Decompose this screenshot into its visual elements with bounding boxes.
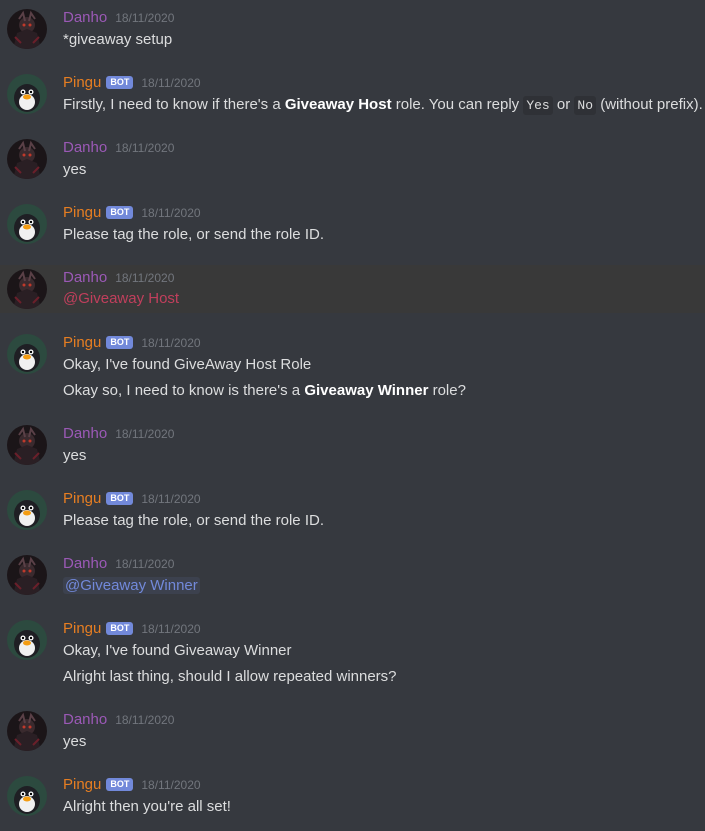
text-segment: role. You can reply <box>391 96 524 113</box>
message-group: Pingu BOT 18/11/2020 Okay, I've found Gi… <box>0 611 705 696</box>
message-content: Alright last thing, should I allow repea… <box>63 668 397 685</box>
message-header: Pingu BOT 18/11/2020 <box>63 489 201 509</box>
inline-code: No <box>574 96 597 115</box>
message-group: Danho 18/11/2020 yes <box>0 702 705 762</box>
message-group: Danho 18/11/2020 @Giveaway Winner <box>0 546 705 606</box>
danho-avatar-icon[interactable] <box>7 269 47 309</box>
message-content: Okay, I've found Giveaway Winner <box>63 642 292 659</box>
timestamp[interactable]: 18/11/2020 <box>141 492 200 506</box>
timestamp[interactable]: 18/11/2020 <box>141 76 200 90</box>
bold-role-name: Giveaway Winner <box>304 382 429 399</box>
message-content: yes <box>63 733 87 750</box>
timestamp[interactable]: 18/11/2020 <box>115 427 174 441</box>
message-header: Danho 18/11/2020 <box>63 268 174 288</box>
message-header: Pingu BOT 18/11/2020 <box>63 333 201 353</box>
username[interactable]: Pingu <box>63 619 101 639</box>
message-content: Okay, I've found GiveAway Host Role <box>63 356 312 373</box>
timestamp[interactable]: 18/11/2020 <box>141 622 200 636</box>
text-segment: (without prefix). <box>596 96 703 113</box>
role-mention[interactable]: @Giveaway Winner <box>63 577 200 594</box>
message-content: Please tag the role, or send the role ID… <box>63 226 324 243</box>
timestamp[interactable]: 18/11/2020 <box>141 778 200 792</box>
bot-tag: BOT <box>106 491 134 505</box>
message-header: Pingu BOT 18/11/2020 <box>63 73 201 93</box>
bot-tag: BOT <box>106 777 134 791</box>
danho-avatar-icon[interactable] <box>7 9 47 49</box>
message-content: @Giveaway Host <box>63 289 179 309</box>
pingu-avatar-icon[interactable] <box>7 74 47 114</box>
username[interactable]: Danho <box>63 268 107 288</box>
bot-tag: BOT <box>106 335 134 349</box>
message-content: *giveaway setup <box>63 31 173 48</box>
bot-tag: BOT <box>106 205 134 219</box>
message-group: Pingu BOT 18/11/2020 Okay, I've found Gi… <box>0 325 705 410</box>
message-content: Alright then you're all set! <box>63 798 231 815</box>
pingu-avatar-icon[interactable] <box>7 620 47 660</box>
pingu-avatar-icon[interactable] <box>7 334 47 374</box>
message-header: Pingu BOT 18/11/2020 <box>63 619 201 639</box>
pingu-avatar-icon[interactable] <box>7 490 47 530</box>
pingu-avatar-icon[interactable] <box>7 776 47 816</box>
danho-avatar-icon[interactable] <box>7 425 47 465</box>
username[interactable]: Pingu <box>63 333 101 353</box>
timestamp[interactable]: 18/11/2020 <box>115 557 174 571</box>
username[interactable]: Danho <box>63 138 107 158</box>
timestamp[interactable]: 18/11/2020 <box>115 141 174 155</box>
danho-avatar-icon[interactable] <box>7 711 47 751</box>
message-header: Pingu BOT 18/11/2020 <box>63 775 201 795</box>
username[interactable]: Danho <box>63 554 107 574</box>
message-content: yes <box>63 447 87 464</box>
username[interactable]: Pingu <box>63 489 101 509</box>
username[interactable]: Danho <box>63 424 107 444</box>
message-content: @Giveaway Winner <box>63 576 200 596</box>
role-mention[interactable]: @Giveaway Host <box>63 290 179 307</box>
text-segment: Firstly, I need to know if there's a <box>63 96 285 113</box>
message-header: Pingu BOT 18/11/2020 <box>63 203 201 223</box>
timestamp[interactable]: 18/11/2020 <box>115 271 174 285</box>
bold-role-name: Giveaway Host <box>284 96 392 113</box>
message-content: Please tag the role, or send the role ID… <box>63 512 324 529</box>
message-group: Danho 18/11/2020 yes <box>0 130 705 190</box>
chat-message-list: Danho 18/11/2020 *giveaway setup Pingu B… <box>0 0 705 831</box>
inline-code: Yes <box>523 96 553 115</box>
username[interactable]: Pingu <box>63 775 101 795</box>
text-segment: role? <box>428 382 466 399</box>
timestamp[interactable]: 18/11/2020 <box>115 713 174 727</box>
danho-avatar-icon[interactable] <box>7 555 47 595</box>
timestamp[interactable]: 18/11/2020 <box>141 336 200 350</box>
message-group: Pingu BOT 18/11/2020 Please tag the role… <box>0 195 705 255</box>
timestamp[interactable]: 18/11/2020 <box>115 11 174 25</box>
username[interactable]: Pingu <box>63 203 101 223</box>
message-header: Danho 18/11/2020 <box>63 554 174 574</box>
message-group: Pingu BOT 18/11/2020 Alright then you're… <box>0 767 705 827</box>
message-content: Firstly, I need to know if there's a Giv… <box>63 95 703 116</box>
message-header: Danho 18/11/2020 <box>63 424 174 444</box>
message-group: Pingu BOT 18/11/2020 Firstly, I need to … <box>0 65 705 125</box>
message-header: Danho 18/11/2020 <box>63 710 174 730</box>
username[interactable]: Pingu <box>63 73 101 93</box>
message-group-highlighted: Danho 18/11/2020 @Giveaway Host <box>0 265 705 313</box>
message-group: Danho 18/11/2020 *giveaway setup <box>0 0 705 60</box>
message-group: Pingu BOT 18/11/2020 Please tag the role… <box>0 481 705 541</box>
username[interactable]: Danho <box>63 8 107 28</box>
message-content: yes <box>63 161 87 178</box>
text-segment: or <box>552 96 575 113</box>
bot-tag: BOT <box>106 75 134 89</box>
pingu-avatar-icon[interactable] <box>7 204 47 244</box>
username[interactable]: Danho <box>63 710 107 730</box>
danho-avatar-icon[interactable] <box>7 139 47 179</box>
message-header: Danho 18/11/2020 <box>63 138 174 158</box>
text-segment: Okay so, I need to know is there's a <box>63 382 305 399</box>
message-header: Danho 18/11/2020 <box>63 8 174 28</box>
bot-tag: BOT <box>106 621 134 635</box>
timestamp[interactable]: 18/11/2020 <box>141 206 200 220</box>
message-content: Okay so, I need to know is there's a Giv… <box>63 381 466 401</box>
message-group: Danho 18/11/2020 yes <box>0 416 705 476</box>
